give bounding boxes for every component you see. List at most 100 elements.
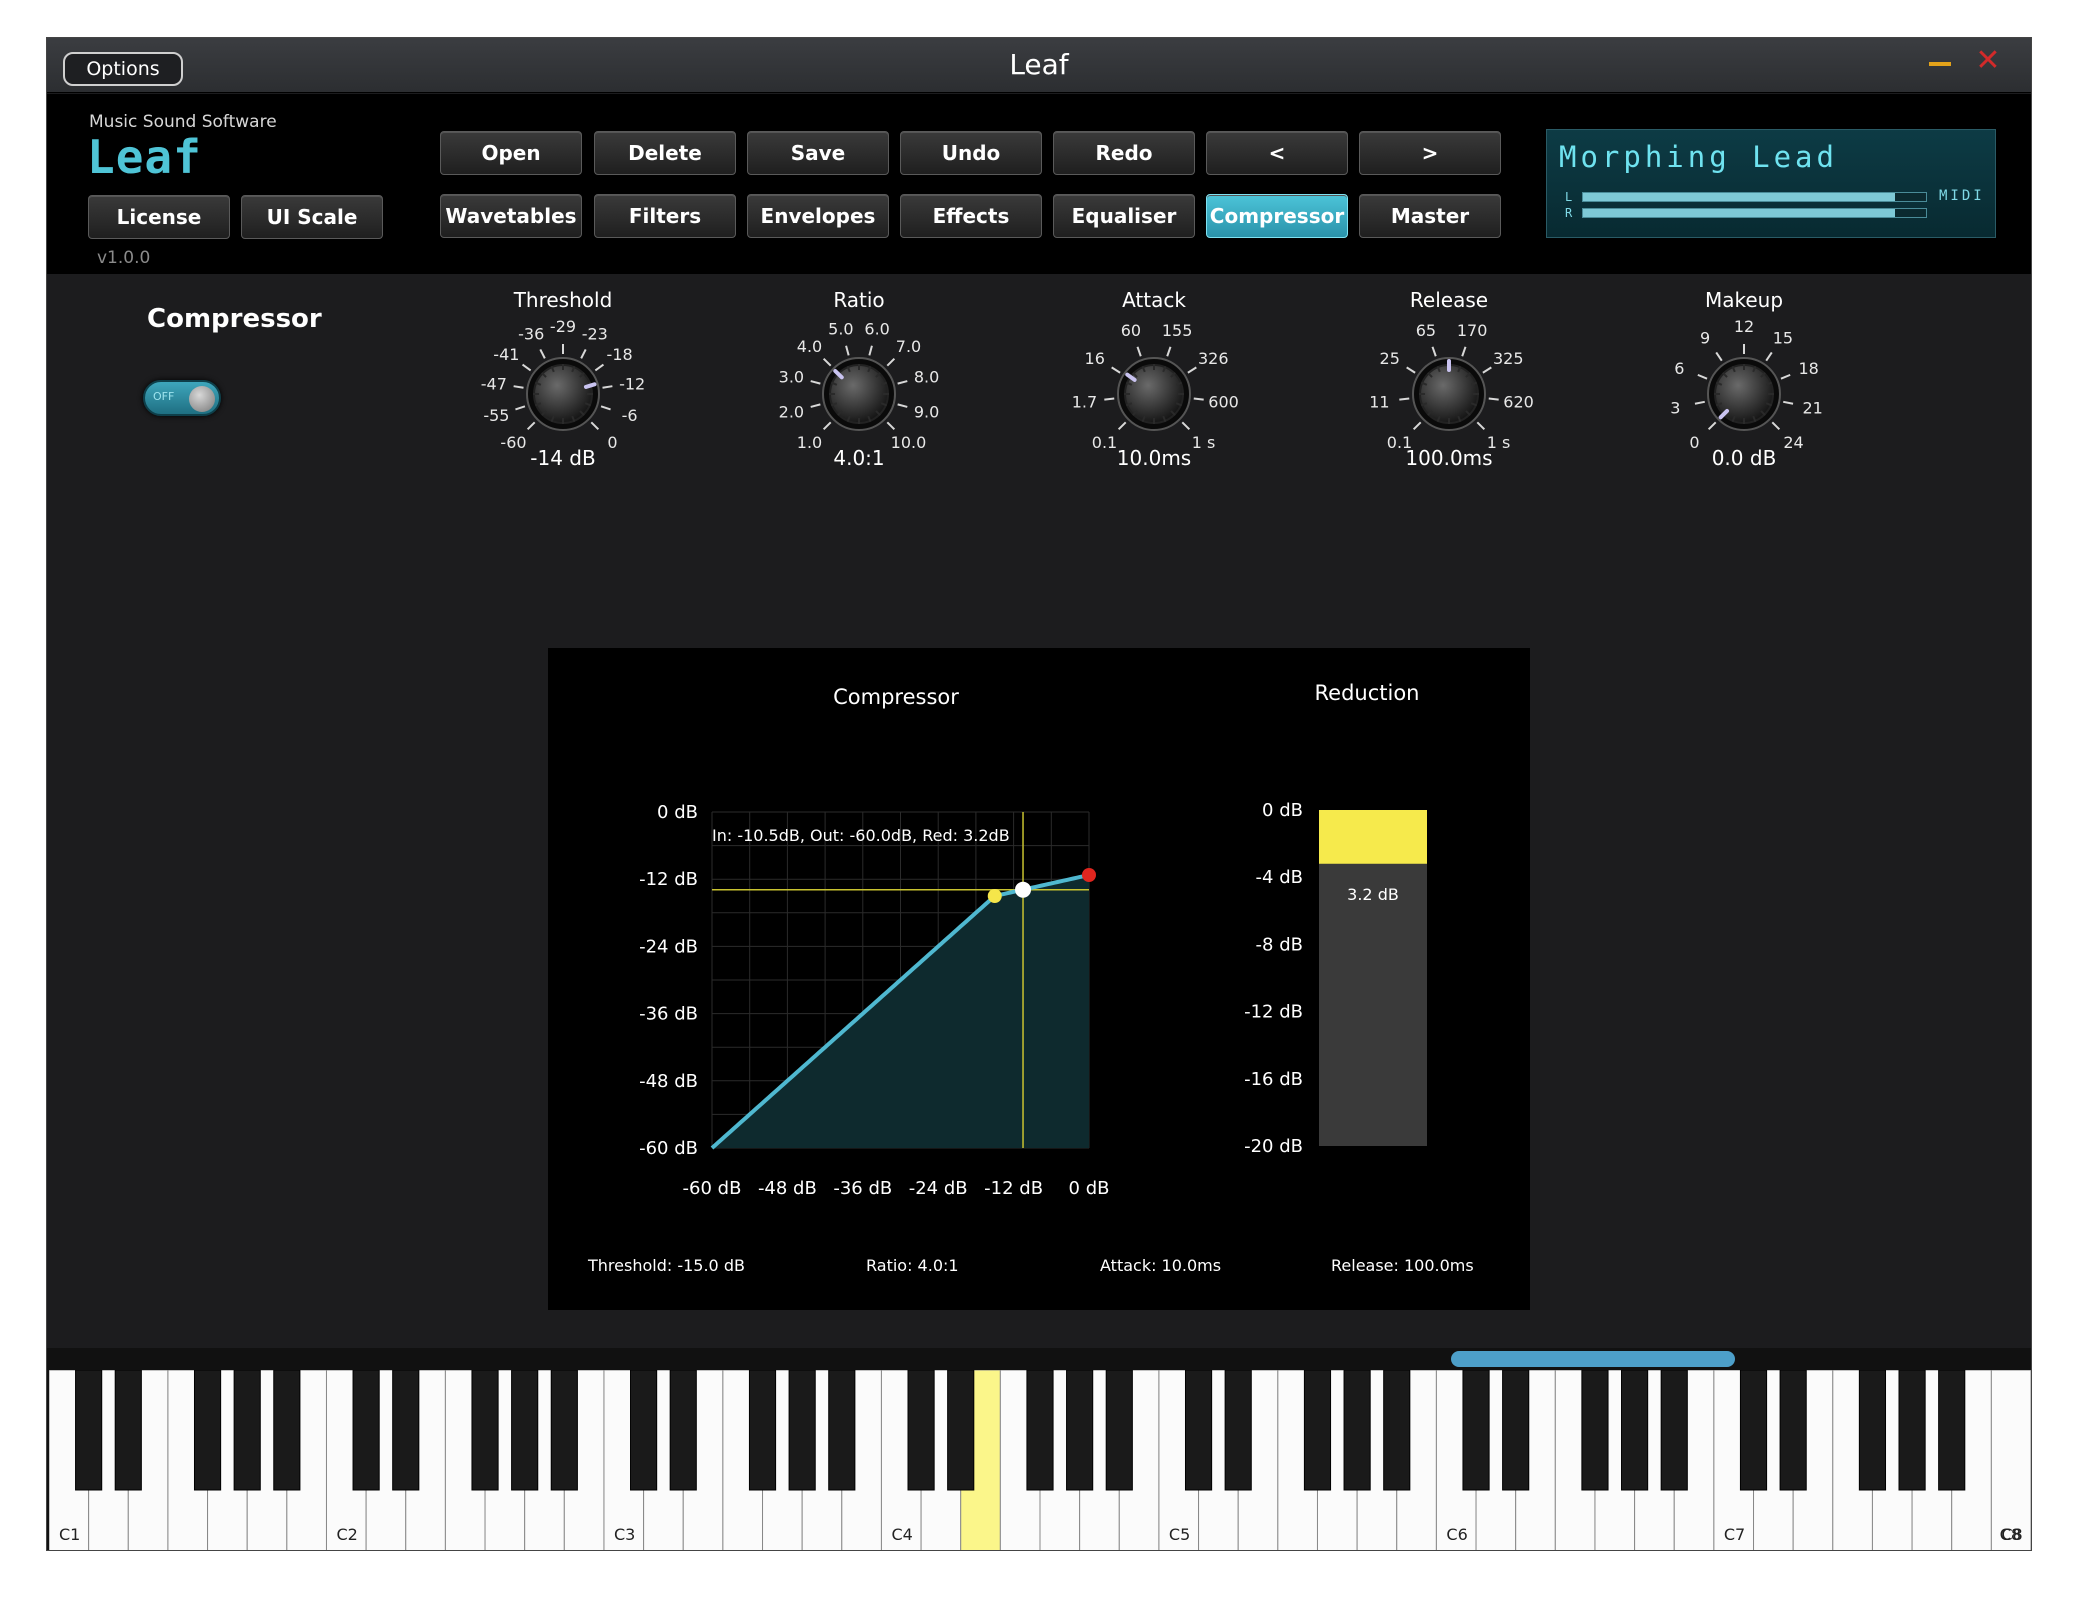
release-knob[interactable]: 0.1112565 1703256201 s <box>1301 274 1597 524</box>
ui-scale-button[interactable]: UI Scale <box>241 195 383 239</box>
reduction-tick-label: -8 dB <box>1256 934 1303 955</box>
knob-tick-label: 65 <box>1416 321 1436 340</box>
open-button[interactable]: Open <box>440 131 582 175</box>
black-key[interactable] <box>392 1370 420 1491</box>
black-key[interactable] <box>1343 1370 1371 1491</box>
knob-tick <box>539 348 546 359</box>
knob-tick-label: 6 <box>1674 359 1684 378</box>
knob-tick <box>1488 397 1499 401</box>
black-key[interactable] <box>1026 1370 1054 1491</box>
minimize-icon[interactable] <box>1929 62 1951 66</box>
close-icon[interactable]: ✕ <box>1973 46 2003 76</box>
knob-tick-label: 7.0 <box>896 337 921 356</box>
knob-tick-label: 12 <box>1734 317 1754 336</box>
attack-knob[interactable]: 0.11.71660 1553266001 s <box>1006 274 1302 524</box>
left-channel-label: L <box>1565 190 1573 204</box>
knob-tick-label: -36 <box>518 324 544 343</box>
compressor-enable-toggle[interactable]: OFF <box>143 380 221 416</box>
black-key[interactable] <box>828 1370 856 1491</box>
knob-tick <box>594 363 605 372</box>
input-level-point[interactable] <box>1015 881 1032 898</box>
black-key[interactable] <box>1779 1370 1807 1491</box>
knob-tick <box>886 421 896 431</box>
black-key[interactable] <box>669 1370 697 1491</box>
keyboard-scrollbar[interactable] <box>1451 1351 1735 1367</box>
black-key[interactable] <box>748 1370 777 1491</box>
delete-button[interactable]: Delete <box>594 131 736 175</box>
tab-filters[interactable]: Filters <box>594 194 736 238</box>
compressor-graph[interactable]: Compressor Reduction In: -10.5dB, Out: -60… <box>548 648 1530 1310</box>
tab-compressor[interactable]: Compressor <box>1206 194 1348 238</box>
black-key[interactable] <box>1898 1370 1926 1491</box>
knob-tick-label: -29 <box>550 317 576 336</box>
knob-tick <box>897 380 908 385</box>
black-key[interactable] <box>471 1370 499 1491</box>
black-key[interactable] <box>273 1370 301 1491</box>
y-tick-label: 0 dB <box>657 802 698 823</box>
threshold-knob[interactable]: -60-55-47-41-36 -29 -23-18-12-60 <box>415 274 711 524</box>
black-key[interactable] <box>907 1370 935 1491</box>
left-level-fill <box>1583 193 1896 201</box>
black-key[interactable] <box>1462 1370 1490 1491</box>
tab-wavetables[interactable]: Wavetables <box>440 194 582 238</box>
knob-tick <box>1694 400 1705 405</box>
black-key[interactable] <box>352 1370 380 1491</box>
black-key[interactable] <box>947 1370 975 1491</box>
max-output-point[interactable] <box>1082 868 1096 882</box>
black-key[interactable] <box>1660 1370 1688 1491</box>
black-key[interactable] <box>1184 1370 1213 1491</box>
footer-release: Release: 100.0ms <box>1331 1256 1474 1275</box>
piano-keyboard[interactable]: C1 C2 C3 C4 C5 C6 C7 C8C8 <box>49 1370 2031 1551</box>
knob-tick-label: 3.0 <box>779 367 804 386</box>
black-key[interactable] <box>1383 1370 1411 1491</box>
previous-preset-button[interactable]: < <box>1206 131 1348 175</box>
knob-pointer <box>583 382 597 389</box>
ratio-knob[interactable]: 1.02.03.04.05.0 6.07.08.09.010.0 <box>711 274 1007 524</box>
tab-master[interactable]: Master <box>1359 194 1501 238</box>
knob-tick <box>1104 397 1115 401</box>
knob-tick <box>1117 421 1127 431</box>
black-key[interactable] <box>193 1370 222 1491</box>
black-key[interactable] <box>1739 1370 1768 1491</box>
header-bar: Music Sound Software Leaf License UI Sca… <box>47 94 2031 274</box>
black-key[interactable] <box>1303 1370 1332 1491</box>
black-key[interactable] <box>788 1370 816 1491</box>
black-key[interactable] <box>550 1370 578 1491</box>
tab-effects[interactable]: Effects <box>900 194 1042 238</box>
black-key[interactable] <box>233 1370 261 1491</box>
reduction-value: 3.2 dB <box>1347 885 1399 904</box>
x-tick-label: -24 dB <box>909 1178 968 1199</box>
black-key[interactable] <box>1621 1370 1649 1491</box>
footer-threshold: Threshold: -15.0 dB <box>587 1256 745 1275</box>
license-button[interactable]: License <box>88 195 230 239</box>
black-key[interactable] <box>1066 1370 1094 1491</box>
black-key[interactable] <box>630 1370 658 1491</box>
black-key[interactable] <box>1581 1370 1609 1491</box>
black-key[interactable] <box>511 1370 539 1491</box>
redo-button[interactable]: Redo <box>1053 131 1195 175</box>
knob-tick-label: 15 <box>1773 328 1793 347</box>
threshold-point[interactable] <box>987 889 1002 903</box>
black-key[interactable] <box>1224 1370 1252 1491</box>
black-key[interactable] <box>1502 1370 1530 1491</box>
knob-tick-label: -6 <box>622 406 638 425</box>
knob-tick <box>810 380 821 385</box>
knob-tick <box>1765 351 1773 362</box>
black-key[interactable] <box>1938 1370 1966 1491</box>
undo-button[interactable]: Undo <box>900 131 1042 175</box>
tab-envelopes[interactable]: Envelopes <box>747 194 889 238</box>
key-octave-label: C8 <box>2000 1525 2021 1544</box>
graph-title: Compressor <box>833 685 959 709</box>
black-key[interactable] <box>75 1370 103 1491</box>
save-button[interactable]: Save <box>747 131 889 175</box>
white-key[interactable] <box>1990 1370 2031 1551</box>
key-octave-label: C7 <box>1724 1525 1745 1544</box>
makeup-knob[interactable]: 03691215182124 <box>1596 274 1892 524</box>
black-key[interactable] <box>1105 1370 1133 1491</box>
tab-equaliser[interactable]: Equaliser <box>1053 194 1195 238</box>
knob-tick <box>1399 397 1410 401</box>
black-key[interactable] <box>1858 1370 1887 1491</box>
next-preset-button[interactable]: > <box>1359 131 1501 175</box>
preset-display[interactable]: Morphing Lead L R MIDI <box>1546 129 1996 238</box>
black-key[interactable] <box>114 1370 142 1491</box>
